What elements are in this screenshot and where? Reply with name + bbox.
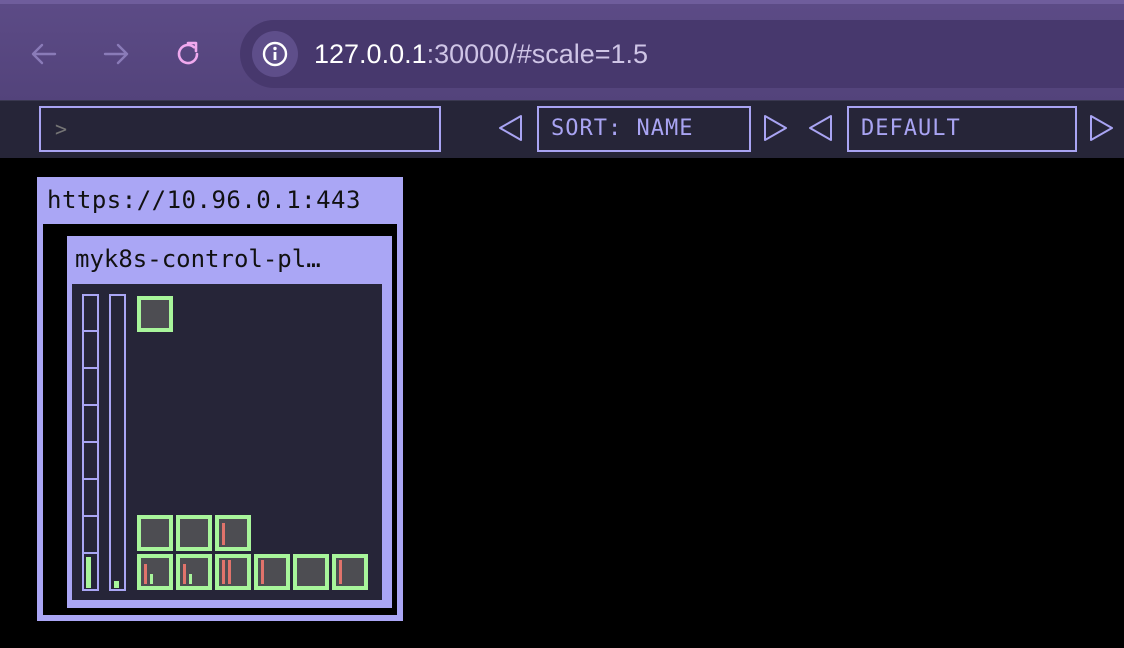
url-path: :30000/#scale=1.5	[426, 39, 649, 69]
pod-box[interactable]	[332, 554, 368, 590]
triangle-left-icon	[499, 115, 522, 141]
arrow-right-icon	[103, 43, 129, 65]
arrow-left-icon	[31, 43, 57, 65]
pod-box[interactable]	[176, 554, 212, 590]
query-input[interactable]	[39, 106, 441, 152]
pod-box[interactable]	[137, 515, 173, 551]
node-title: myk8s-control-pl…	[75, 245, 321, 273]
url-text[interactable]: 127.0.0.1:30000/#scale=1.5	[314, 38, 648, 70]
reload-button[interactable]	[168, 34, 208, 74]
pod-cpu-bar	[339, 560, 342, 584]
triangle-right-icon	[764, 115, 787, 141]
address-bar[interactable]: 127.0.0.1:30000/#scale=1.5	[240, 20, 1124, 88]
back-button[interactable]	[24, 34, 64, 74]
pod-cpu-bar	[183, 564, 186, 584]
cluster-body: myk8s-control-pl…	[43, 224, 397, 615]
info-icon	[262, 41, 288, 67]
pod-box[interactable]	[176, 515, 212, 551]
browser-toolbar: 127.0.0.1:30000/#scale=1.5	[0, 0, 1124, 100]
pod-memory-bar	[150, 574, 153, 584]
cluster-title: https://10.96.0.1:443	[47, 186, 361, 214]
reload-icon	[177, 41, 199, 65]
node-body	[72, 284, 382, 600]
node-panel[interactable]: myk8s-control-pl…	[67, 236, 392, 608]
pod-cpu-bar	[261, 560, 264, 584]
pod-box[interactable]	[293, 554, 329, 590]
app-toolbar: SORT: NAME DEFAULT	[0, 100, 1124, 158]
sort-selector[interactable]: SORT: NAME	[537, 106, 751, 152]
theme-prev-button[interactable]	[807, 113, 835, 143]
pod-memory-bar	[189, 574, 192, 584]
pod-box[interactable]	[215, 554, 251, 590]
theme-next-button[interactable]	[1087, 113, 1115, 143]
cpu-meter	[82, 294, 99, 591]
sort-prev-button[interactable]	[497, 113, 525, 143]
pod-box[interactable]	[137, 296, 173, 332]
memory-usage-bar	[114, 581, 119, 588]
pod-box[interactable]	[137, 554, 173, 590]
pod-cpu-bar	[222, 560, 225, 584]
site-info-button[interactable]	[252, 31, 298, 77]
pod-box[interactable]	[254, 554, 290, 590]
sort-next-button[interactable]	[761, 113, 789, 143]
pod-cpu-bar	[144, 564, 147, 584]
url-host: 127.0.0.1	[314, 39, 427, 69]
pod-box[interactable]	[215, 515, 251, 551]
pod-cpu-bar	[228, 560, 231, 584]
forward-button[interactable]	[96, 34, 136, 74]
theme-selector[interactable]: DEFAULT	[847, 106, 1077, 152]
memory-meter	[109, 294, 126, 591]
pod-cpu-bar	[222, 523, 225, 545]
triangle-right-icon	[1090, 115, 1113, 141]
cluster-panel[interactable]: https://10.96.0.1:443 myk8s-control-pl…	[37, 177, 403, 621]
triangle-left-icon	[809, 115, 832, 141]
cpu-usage-bar	[86, 557, 91, 588]
